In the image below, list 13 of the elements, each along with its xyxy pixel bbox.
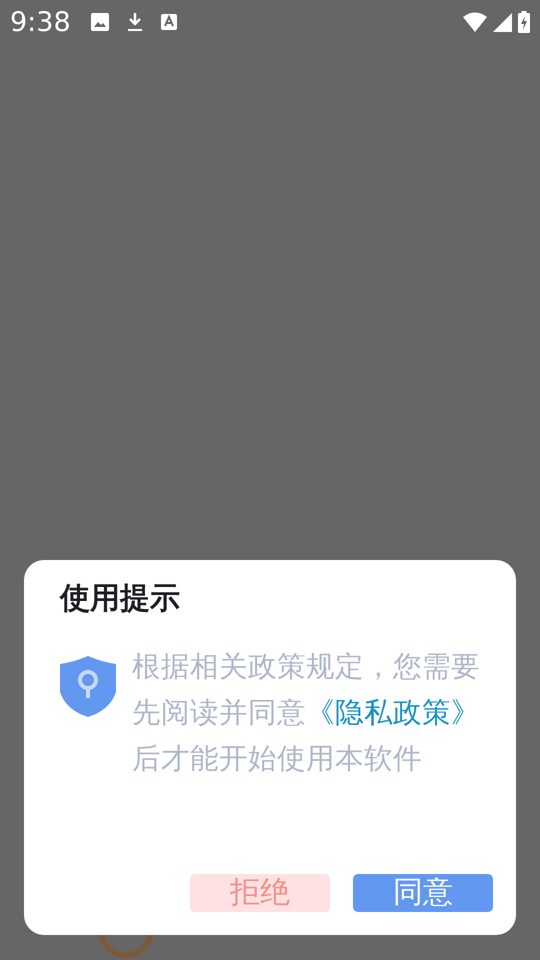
battery-charging-icon xyxy=(518,11,530,33)
decline-button[interactable]: 拒绝 xyxy=(190,874,330,912)
agree-button[interactable]: 同意 xyxy=(353,874,493,912)
dialog-title: 使用提示 xyxy=(60,580,181,618)
status-time: 9:38 xyxy=(10,6,71,38)
download-icon xyxy=(126,12,143,32)
image-icon xyxy=(90,13,109,31)
shield-icon xyxy=(60,656,116,717)
privacy-message: 根据相关政策规定，您需要先阅读并同意《隐私政策》 后才能开始使用本软件 xyxy=(132,649,481,777)
font-icon xyxy=(160,14,177,30)
signal-icon xyxy=(493,12,512,32)
wifi-icon xyxy=(463,12,487,32)
privacy-policy-link[interactable]: 《隐私政策》 xyxy=(306,696,480,729)
